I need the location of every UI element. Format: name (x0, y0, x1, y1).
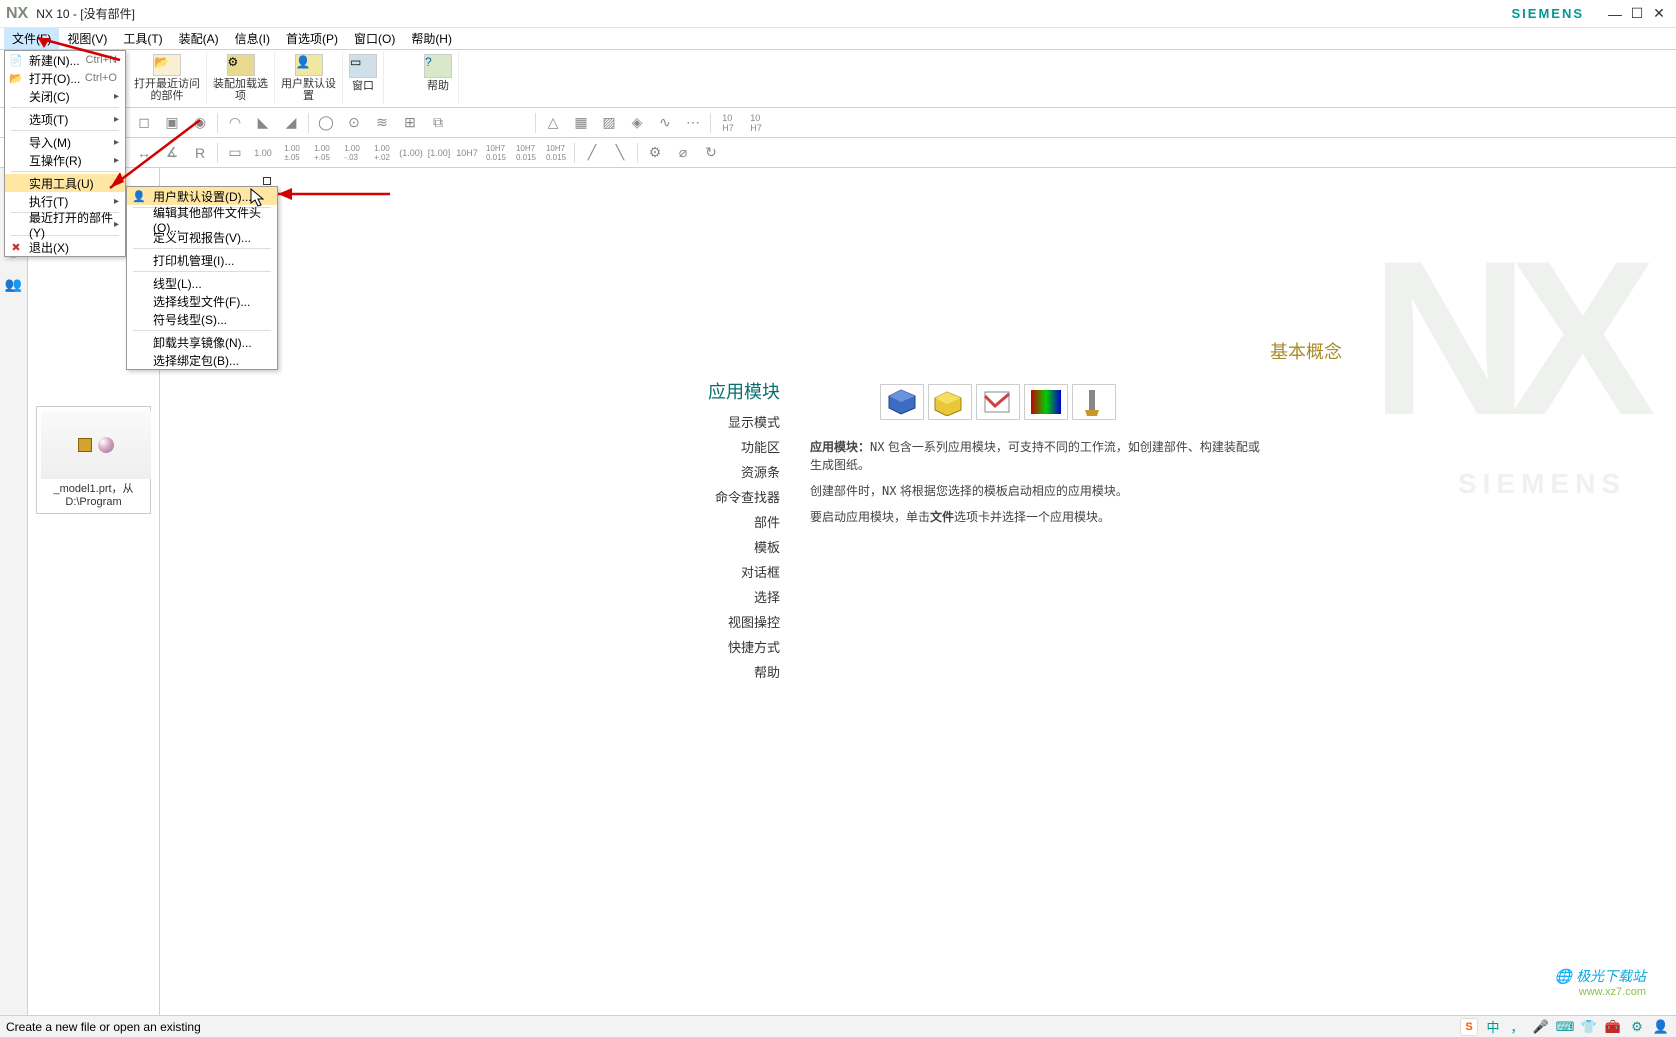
tool-sweep[interactable]: ↻ (698, 141, 724, 165)
link-part[interactable]: 部件 (754, 512, 780, 531)
welcome-panel: 基本概念 应用模块 显示模式 功能区 资源条 命令查找器 部件 模板 对话框 选… (690, 378, 1390, 681)
ime-keyboard-icon[interactable]: ⌨ (1556, 1018, 1574, 1036)
thumb-caption-1: _model1.prt，从 (53, 483, 133, 495)
annotation-arrows (20, 30, 420, 230)
submenu-select-linetype[interactable]: 选择线型文件(F)... (127, 292, 277, 310)
canvas: NX SIEMENS 基本概念 应用模块 显示模式 功能区 资源条 命令查找器 … (160, 168, 1676, 1028)
ime-toolbox-icon[interactable]: 🧰 (1604, 1018, 1622, 1036)
left-rail: 📁 🌐 🕘 👥 (0, 168, 28, 1028)
app-icon-sheet[interactable] (976, 384, 1020, 420)
tool-h7-1[interactable]: 10H7 (715, 111, 741, 135)
tool-probe2[interactable]: ╲ (607, 141, 633, 165)
sogou-ime-icon[interactable]: S (1460, 1018, 1478, 1036)
sphere-icon (98, 437, 114, 453)
tool-datum-grid[interactable]: ▦ (568, 111, 594, 135)
thumb-caption-2: D:\Program (65, 496, 121, 508)
watermark-nx: NX (1370, 248, 1636, 428)
status-text: Create a new file or open an existing (6, 1020, 201, 1034)
system-tray: S 中 ， 🎤 ⌨ 👕 🧰 ⚙ 👤 (1460, 1018, 1670, 1036)
rail-roles-icon[interactable]: 👥 (4, 274, 24, 294)
nx-logo: NX (6, 5, 28, 23)
concepts-title: 基本概念 (1270, 338, 1342, 364)
desc3a: 要启动应用模块，单击 (810, 510, 930, 524)
ime-mic-icon[interactable]: 🎤 (1532, 1018, 1550, 1036)
link-view-manip[interactable]: 视图操控 (728, 612, 780, 631)
link-resource-bar[interactable]: 资源条 (741, 462, 780, 481)
cube-icon (78, 438, 92, 452)
history-thumbnail[interactable]: _model1.prt，从D:\Program (36, 406, 151, 514)
apps-title: 应用模块 (690, 378, 780, 404)
link-ribbon[interactable]: 功能区 (741, 437, 780, 456)
link-shortcut[interactable]: 快捷方式 (728, 637, 780, 656)
tool-bracket2[interactable]: [1.00] (426, 141, 452, 165)
minimize-button[interactable]: — (1606, 5, 1624, 23)
submenu-visual-report[interactable]: 定义可视报告(V)... (127, 228, 277, 246)
tool-gear[interactable]: ⚙ (642, 141, 668, 165)
title-bar: NX NX 10 - [没有部件] SIEMENS — ☐ ✕ (0, 0, 1676, 28)
maximize-button[interactable]: ☐ (1628, 5, 1646, 23)
submenu-bind-pkg[interactable]: 选择绑定包(B)... (127, 351, 277, 369)
help-icon: ? (424, 54, 452, 78)
submenu-symbol-linetype[interactable]: 符号线型(S)... (127, 310, 277, 328)
tool-dia[interactable]: ⌀ (670, 141, 696, 165)
desc1a: 应用模块： (810, 440, 870, 454)
tool-more[interactable]: ⋯ (680, 111, 706, 135)
link-display-mode[interactable]: 显示模式 (728, 412, 780, 431)
tool-10h7a[interactable]: 10H7 (454, 141, 480, 165)
logo-line2: www.xz7.com (1555, 986, 1646, 998)
app-icon-modeling[interactable] (880, 384, 924, 420)
tool-10h7b[interactable]: 10H70.015 (482, 141, 510, 165)
desc3b: 文件 (930, 510, 954, 524)
tool-surface[interactable]: ◈ (624, 111, 650, 135)
link-help[interactable]: 帮助 (754, 662, 780, 681)
submenu-unload-image[interactable]: 卸载共享镜像(N)... (127, 333, 277, 351)
welcome-links: 显示模式 功能区 资源条 命令查找器 部件 模板 对话框 选择 视图操控 快捷方… (690, 412, 780, 681)
desc3c: 选项卡并选择一个应用模块。 (954, 510, 1110, 524)
mouse-cursor (250, 188, 266, 208)
tool-10h7d[interactable]: 10H70.015 (542, 141, 570, 165)
desc2-text: 将根据您选择的模板启动相应的应用模块。 (900, 484, 1128, 498)
ime-settings-icon[interactable]: ⚙ (1628, 1018, 1646, 1036)
tool-section[interactable]: ▨ (596, 111, 622, 135)
exit-icon: ✖ (9, 240, 23, 254)
app-icons-row (880, 384, 1116, 420)
logo-line1: 🌐 极光下载站 (1555, 966, 1646, 986)
welcome-description: 应用模块：NX 包含一系列应用模块，可支持不同的工作流，如创建部件、构建装配或生… (810, 438, 1260, 526)
tool-datum-triangle[interactable]: △ (540, 111, 566, 135)
app-icon-drafting[interactable] (928, 384, 972, 420)
tool-10h7c[interactable]: 10H70.015 (512, 141, 540, 165)
ribbon-help[interactable]: ? 帮助 (418, 52, 459, 104)
window-title: NX 10 - [没有部件] (36, 5, 135, 22)
ime-skin-icon[interactable]: 👕 (1580, 1018, 1598, 1036)
app-icon-simulation[interactable] (1024, 384, 1068, 420)
app-icon-manufacturing[interactable] (1072, 384, 1116, 420)
tool-probe1[interactable]: ╱ (579, 141, 605, 165)
tool-h7-2[interactable]: 10H7 (743, 111, 769, 135)
submenu-linetype[interactable]: 线型(L)... (127, 274, 277, 292)
ime-lang-indicator[interactable]: 中 (1484, 1018, 1502, 1036)
status-bar: Create a new file or open an existing S … (0, 1015, 1676, 1037)
watermark-logo: 🌐 极光下载站 www.xz7.com (1555, 966, 1646, 998)
ime-user-icon[interactable]: 👤 (1652, 1018, 1670, 1036)
close-button[interactable]: ✕ (1650, 5, 1668, 23)
desc2a: 创建部件时， (810, 484, 882, 498)
link-select[interactable]: 选择 (754, 587, 780, 606)
brand-label: SIEMENS (1511, 6, 1584, 21)
menu-exit[interactable]: ✖退出(X) (5, 238, 125, 256)
tool-curve[interactable]: ∿ (652, 111, 678, 135)
link-template[interactable]: 模板 (754, 537, 780, 556)
link-dialog[interactable]: 对话框 (741, 562, 780, 581)
watermark-siemens: SIEMENS (1458, 468, 1626, 500)
submenu-printer-admin[interactable]: 打印机管理(I)... (127, 251, 277, 269)
tool-mirror[interactable]: ⧉ (425, 111, 451, 135)
link-cmd-finder[interactable]: 命令查找器 (715, 487, 780, 506)
thumbnail-preview (41, 411, 151, 479)
ime-punct-icon[interactable]: ， (1508, 1018, 1526, 1036)
ribbon-help-label: 帮助 (427, 80, 449, 92)
